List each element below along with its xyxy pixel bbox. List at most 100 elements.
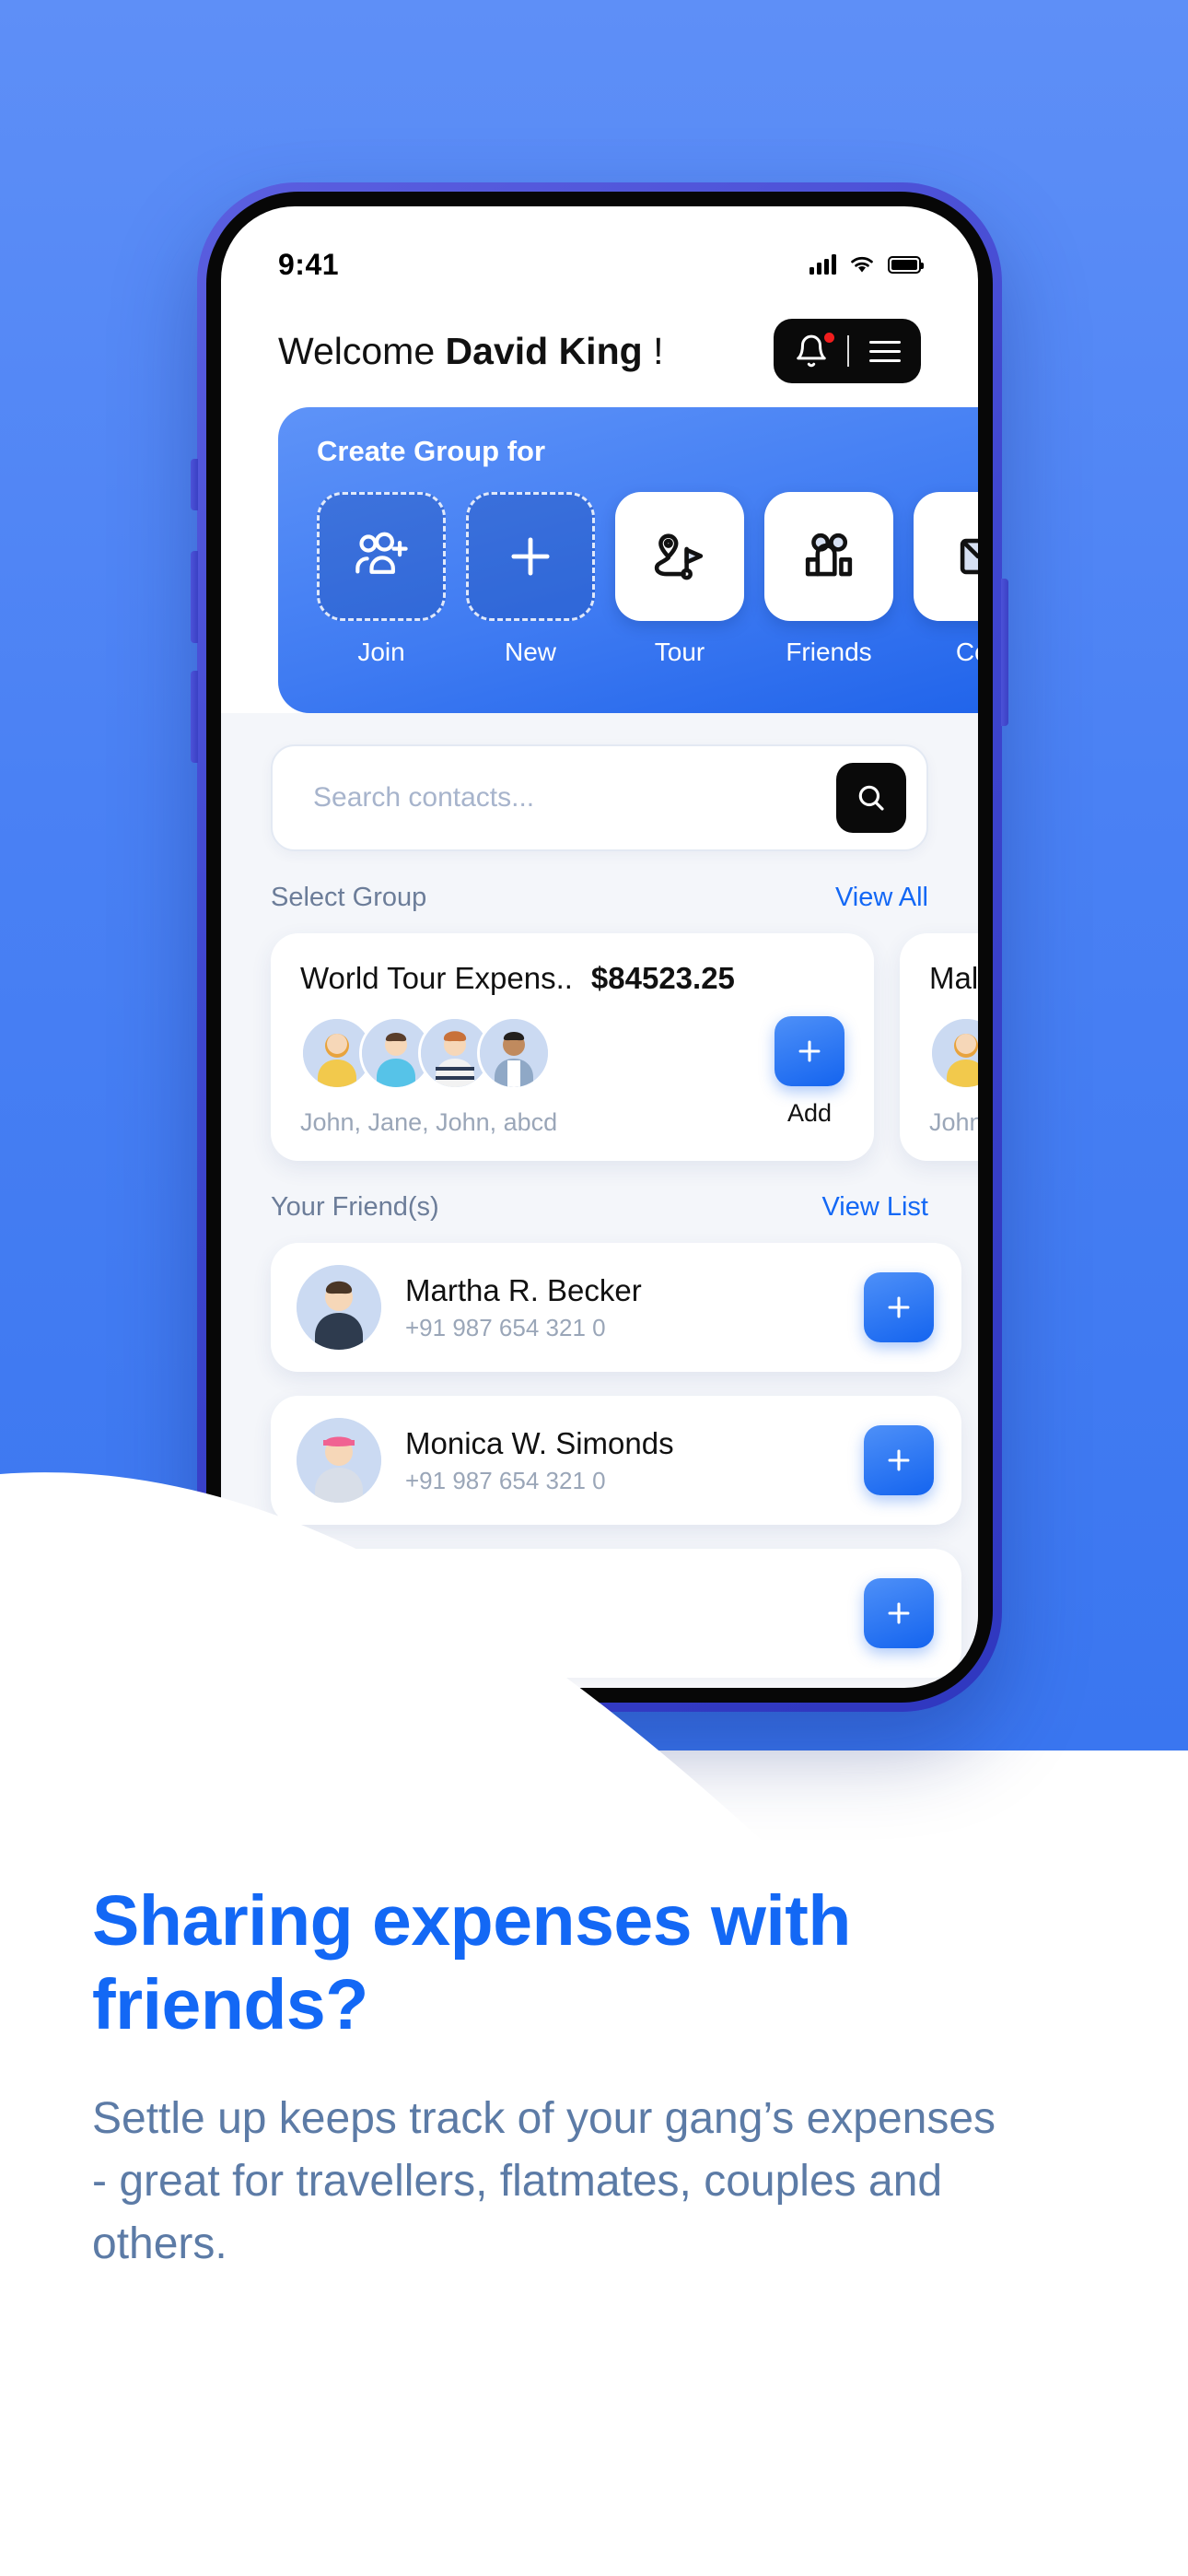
create-group-tiles: Join New Tour Friends C — [317, 492, 978, 667]
plus-icon — [798, 1040, 821, 1062]
member-avatars — [300, 1016, 758, 1090]
promo-section: Sharing expenses with friends? Settle up… — [92, 1879, 1022, 2276]
group-card[interactable]: World Tour Expens.. $84523.25 John, Jane… — [271, 933, 874, 1161]
create-tile-friends-box — [764, 492, 893, 621]
create-tile-new-label: New — [504, 638, 556, 666]
avatar — [297, 1571, 381, 1656]
promo-headline: Sharing expenses with friends? — [92, 1881, 851, 2044]
user-name: David King — [445, 329, 643, 372]
group-members-block: John, Jane, John, abcd — [300, 1016, 758, 1137]
welcome-prefix: Welcome — [278, 329, 446, 372]
people-add-icon — [355, 532, 408, 574]
menu-button[interactable] — [849, 340, 901, 362]
select-group-header: Select Group View All — [221, 851, 978, 913]
list-item[interactable]: Monica W. Simonds +91 987 654 321 0 — [271, 1396, 961, 1525]
view-list-link[interactable]: View List — [821, 1192, 928, 1223]
friends-list: Martha R. Becker +91 987 654 321 0 Monic… — [221, 1223, 978, 1678]
status-icons — [809, 254, 924, 275]
status-bar: 9:41 — [221, 206, 978, 295]
list-item[interactable] — [271, 1549, 961, 1678]
group-members-text: John, Jane, John, abcd — [300, 1108, 558, 1136]
create-tile-join[interactable]: Join — [317, 492, 446, 667]
friend-phone: +91 987 654 321 0 — [405, 1313, 606, 1341]
phone-volume-up-button — [191, 551, 198, 643]
create-tile-coll-box — [914, 492, 978, 621]
create-tile-join-box — [317, 492, 446, 621]
phone-mockup: 9:41 Welcome David King ! Create Group f… — [191, 182, 1008, 1712]
friend-name: Monica W. Simonds — [405, 1425, 674, 1460]
friend-info: Martha R. Becker +91 987 654 321 0 — [381, 1273, 864, 1342]
select-group-title: Select Group — [271, 883, 427, 912]
welcome-suffix: ! — [642, 329, 664, 372]
notifications-button[interactable] — [794, 331, 847, 369]
group-members-block: John, Jane — [929, 1016, 978, 1137]
search-button[interactable] — [836, 763, 906, 833]
search-section: Search contacts... — [221, 713, 978, 851]
main-content: Search contacts... Select Group View All… — [221, 713, 978, 1678]
group-card-body: John, Jane, John, abcd Add — [300, 1016, 844, 1137]
header-actions — [774, 319, 921, 383]
phone-volume-down-button — [191, 671, 198, 763]
group-add-button[interactable] — [775, 1016, 844, 1086]
collection-icon — [960, 538, 978, 575]
group-name: World Tour Expens.. — [300, 961, 573, 995]
friend-info: Monica W. Simonds +91 987 654 321 0 — [381, 1426, 864, 1495]
phone-mute-switch — [191, 459, 198, 510]
group-amount: $84523.25 — [590, 961, 735, 995]
create-tile-friends-label: Friends — [786, 638, 872, 666]
two-people-icon — [805, 533, 853, 577]
search-icon — [858, 785, 884, 811]
view-all-link[interactable]: View All — [835, 883, 928, 913]
create-tile-tour-label: Tour — [654, 638, 705, 666]
avatar — [929, 1016, 978, 1090]
group-card-body: John, Jane — [929, 1016, 978, 1137]
search-input[interactable]: Search contacts... — [313, 782, 836, 814]
friends-title: Your Friend(s) — [271, 1192, 439, 1222]
create-group-title: Create Group for — [317, 435, 546, 467]
avatar — [297, 1418, 381, 1503]
status-time: 9:41 — [278, 247, 340, 281]
create-tile-friends[interactable]: Friends — [764, 492, 893, 667]
cellular-bars-icon — [809, 254, 836, 275]
add-friend-button[interactable] — [864, 1578, 934, 1648]
search-bar[interactable]: Search contacts... — [271, 744, 928, 851]
add-friend-button[interactable] — [864, 1425, 934, 1495]
group-card[interactable]: Maldives John, Jane — [900, 933, 978, 1161]
phone-screen: 9:41 Welcome David King ! Create Group f… — [221, 206, 978, 1688]
promo-body: Settle up keeps track of your gang’s exp… — [92, 2093, 996, 2269]
group-add-block[interactable]: Add — [758, 1016, 844, 1128]
add-friend-button[interactable] — [864, 1272, 934, 1342]
plus-icon — [888, 1602, 910, 1624]
hamburger-menu-icon — [869, 340, 901, 344]
group-card-list: World Tour Expens.. $84523.25 John, Jane… — [221, 913, 978, 1161]
notification-badge — [822, 331, 836, 345]
create-tile-tour[interactable]: Tour — [615, 492, 744, 667]
create-group-panel: Create Group for Join New Tour Friends C — [278, 407, 978, 713]
avatar — [297, 1265, 381, 1350]
friend-phone: +91 987 654 321 0 — [405, 1466, 606, 1494]
create-tile-new[interactable]: New — [466, 492, 595, 667]
group-card-top: World Tour Expens.. $84523.25 — [300, 961, 844, 996]
create-tile-coll-label: Coll — [955, 638, 978, 666]
app-header: Welcome David King ! — [221, 295, 978, 383]
battery-full-icon — [888, 255, 924, 274]
group-card-top: Maldives — [929, 961, 978, 996]
create-tile-join-label: Join — [357, 638, 405, 666]
phone-power-button — [1001, 579, 1008, 726]
wifi-icon — [851, 256, 873, 273]
plus-icon — [511, 537, 550, 576]
friends-header: Your Friend(s) View List — [221, 1161, 978, 1223]
create-tile-new-box — [466, 492, 595, 621]
plus-icon — [888, 1296, 910, 1318]
plus-icon — [888, 1449, 910, 1471]
action-divider — [847, 335, 849, 367]
friend-name: Martha R. Becker — [405, 1272, 642, 1307]
create-tile-coll[interactable]: Coll — [914, 492, 978, 667]
group-members-text: John, Jane — [929, 1108, 978, 1136]
group-add-label: Add — [786, 1099, 833, 1127]
create-tile-tour-box — [615, 492, 744, 621]
list-item[interactable]: Martha R. Becker +91 987 654 321 0 — [271, 1243, 961, 1372]
group-name: Maldives — [929, 961, 978, 995]
friend-info — [381, 1610, 864, 1616]
page-title: Welcome David King ! — [278, 330, 663, 373]
